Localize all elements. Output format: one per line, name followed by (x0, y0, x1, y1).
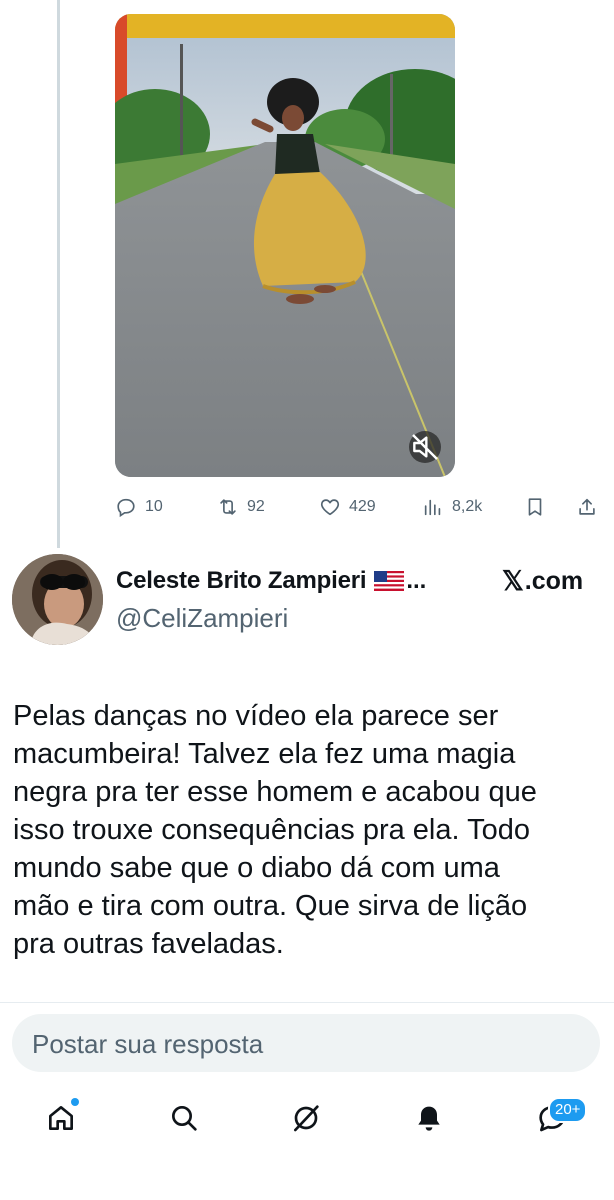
author-handle[interactable]: @CeliZampieri (116, 603, 288, 634)
tweet-action-bar: 10 92 429 8,2k (115, 494, 605, 520)
messages-badge: 20+ (548, 1097, 588, 1123)
speaker-muted-icon (412, 434, 438, 460)
notification-dot (71, 1098, 79, 1106)
repost-action[interactable]: 92 (217, 494, 265, 520)
reply-count: 10 (145, 498, 163, 515)
like-action[interactable]: 429 (319, 494, 376, 520)
share-icon (579, 498, 595, 515)
views-action[interactable]: 8,2k (422, 494, 482, 520)
reply-action[interactable]: 10 (115, 494, 163, 520)
thread-connector-line (57, 0, 60, 548)
repost-icon (220, 499, 236, 515)
x-logo-icon: 𝕏 (502, 565, 524, 596)
video-player[interactable] (115, 14, 455, 477)
mute-button[interactable] (409, 431, 441, 463)
name-truncation: ... (406, 567, 427, 594)
nav-home[interactable] (41, 1098, 81, 1138)
share-action[interactable] (576, 494, 606, 520)
search-icon (172, 1106, 197, 1131)
bookmark-icon (528, 498, 542, 516)
repost-count: 92 (247, 498, 265, 515)
source-label: 𝕏 .com (502, 563, 583, 599)
views-count: 8,2k (452, 498, 483, 515)
bell-icon (418, 1106, 440, 1131)
tweet-text: Pelas danças no vídeo ela parece ser mac… (13, 700, 537, 960)
like-count: 429 (349, 498, 376, 515)
bookmark-action[interactable] (524, 494, 554, 520)
nav-grok[interactable] (286, 1098, 326, 1138)
video-frame (115, 14, 455, 477)
profile-photo (12, 554, 103, 645)
analytics-icon (424, 499, 441, 516)
nav-notifications[interactable] (409, 1098, 449, 1138)
reply-composer[interactable] (12, 1014, 600, 1074)
us-flag-icon (374, 571, 405, 591)
heart-icon (320, 499, 340, 516)
home-icon (49, 1106, 73, 1130)
author-name-row: Celeste Brito Zampieri ... (116, 563, 426, 599)
avatar[interactable] (12, 554, 103, 645)
nav-search[interactable] (164, 1098, 204, 1138)
reply-input[interactable] (30, 1014, 584, 1074)
source-domain: .com (524, 566, 584, 595)
divider (0, 1002, 614, 1003)
bottom-nav (0, 1088, 614, 1148)
reply-icon (117, 498, 135, 518)
author-name[interactable]: Celeste Brito Zampieri (116, 567, 367, 595)
grok-icon (294, 1105, 319, 1132)
